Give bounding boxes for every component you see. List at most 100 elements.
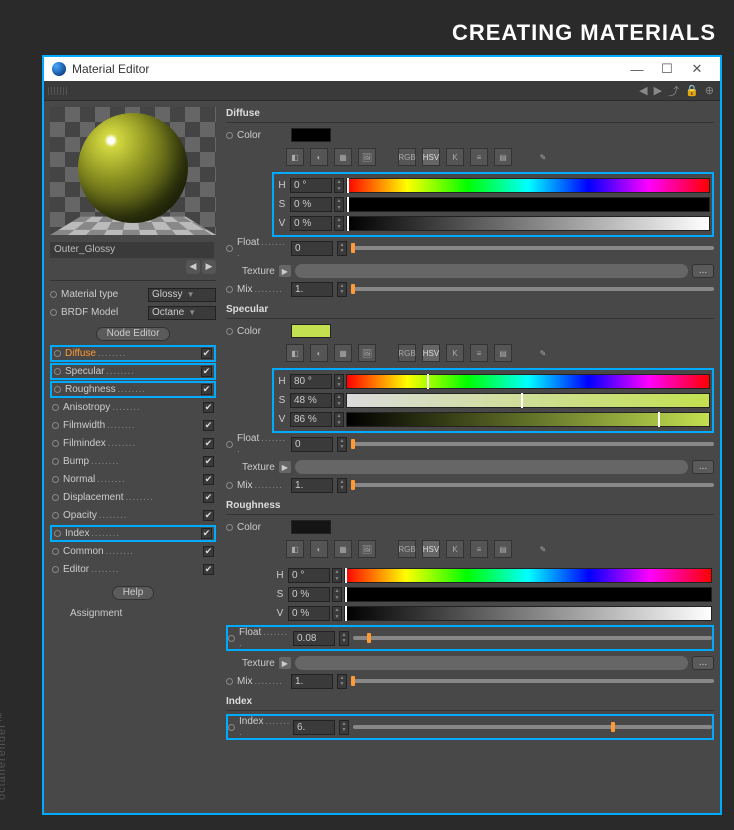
channel-checkbox[interactable]: ✔ bbox=[203, 564, 214, 575]
channel-checkbox[interactable]: ✔ bbox=[201, 528, 212, 539]
color-swatch[interactable] bbox=[291, 324, 331, 338]
texture-field[interactable] bbox=[295, 656, 688, 670]
mixer-icon[interactable]: ≡ bbox=[470, 344, 488, 362]
channel-checkbox[interactable]: ✔ bbox=[203, 510, 214, 521]
spinner[interactable]: ▲▼ bbox=[339, 720, 349, 735]
picker-icon[interactable]: ◧ bbox=[286, 148, 304, 166]
hue-slider[interactable] bbox=[344, 568, 712, 583]
channel-checkbox[interactable]: ✔ bbox=[203, 492, 214, 503]
swatches-icon[interactable]: ▤ bbox=[494, 540, 512, 558]
texture-browse-button[interactable]: ... bbox=[692, 656, 714, 670]
mixer-icon[interactable]: ≡ bbox=[470, 540, 488, 558]
channel-bump[interactable]: Bump✔ bbox=[50, 453, 216, 470]
texture-field[interactable] bbox=[295, 264, 688, 278]
value-input[interactable]: 0 bbox=[291, 241, 333, 256]
texture-expand-icon[interactable]: ▶ bbox=[279, 657, 291, 669]
value-input[interactable]: 1. bbox=[291, 282, 333, 297]
rgb-button[interactable]: RGB bbox=[398, 148, 416, 166]
saturation-slider[interactable] bbox=[344, 587, 712, 602]
rgb-button[interactable]: RGB bbox=[398, 344, 416, 362]
titlebar[interactable]: Material Editor — ☐ ✕ bbox=[44, 57, 720, 81]
channel-diffuse[interactable]: Diffuse✔ bbox=[50, 345, 216, 362]
swatches-icon[interactable]: ▤ bbox=[494, 344, 512, 362]
material-name-input[interactable] bbox=[50, 242, 214, 258]
channel-opacity[interactable]: Opacity✔ bbox=[50, 507, 216, 524]
channel-common[interactable]: Common✔ bbox=[50, 543, 216, 560]
spinner[interactable]: ▲▼ bbox=[337, 241, 347, 256]
lock-icon[interactable]: 🔒 bbox=[685, 84, 699, 97]
kelvin-button[interactable]: K bbox=[446, 344, 464, 362]
mix-slider[interactable] bbox=[351, 679, 714, 683]
mix-slider[interactable] bbox=[351, 287, 714, 291]
value-slider[interactable] bbox=[346, 412, 710, 427]
spinner[interactable]: ▲▼ bbox=[334, 412, 344, 427]
channel-checkbox[interactable]: ✔ bbox=[201, 384, 212, 395]
value-input[interactable]: 0 ° bbox=[288, 568, 330, 583]
texture-field[interactable] bbox=[295, 460, 688, 474]
new-tab-icon[interactable]: ⊕ bbox=[705, 84, 714, 97]
spinner[interactable]: ▲▼ bbox=[339, 631, 349, 646]
spectrum-icon[interactable]: ▦ bbox=[334, 540, 352, 558]
spectrum-icon[interactable]: ▦ bbox=[334, 344, 352, 362]
hsv-button[interactable]: HSV bbox=[422, 540, 440, 558]
channel-anisotropy[interactable]: Anisotropy✔ bbox=[50, 399, 216, 416]
image-icon[interactable]: 🖼 bbox=[358, 540, 376, 558]
value-input[interactable]: 1. bbox=[291, 674, 333, 689]
value-input[interactable]: 80 ° bbox=[290, 374, 332, 389]
mix-slider[interactable] bbox=[351, 483, 714, 487]
rgb-button[interactable]: RGB bbox=[398, 540, 416, 558]
value-input[interactable]: 0 bbox=[291, 437, 333, 452]
channel-checkbox[interactable]: ✔ bbox=[201, 366, 212, 377]
material-preview[interactable] bbox=[50, 107, 216, 235]
channel-checkbox[interactable]: ✔ bbox=[203, 402, 214, 413]
grip-icon[interactable] bbox=[48, 87, 68, 95]
channel-roughness[interactable]: Roughness✔ bbox=[50, 381, 216, 398]
hue-slider[interactable] bbox=[346, 178, 710, 193]
spinner[interactable]: ▲▼ bbox=[332, 587, 342, 602]
channel-editor[interactable]: Editor✔ bbox=[50, 561, 216, 578]
float-slider[interactable] bbox=[351, 442, 714, 446]
wheel-icon[interactable]: ◐ bbox=[310, 344, 328, 362]
forward-icon[interactable]: ▶ bbox=[654, 84, 662, 97]
hsv-button[interactable]: HSV bbox=[422, 148, 440, 166]
channel-displacement[interactable]: Displacement✔ bbox=[50, 489, 216, 506]
next-material-button[interactable]: ▶ bbox=[202, 260, 216, 274]
back-icon[interactable]: ◀ bbox=[639, 84, 647, 97]
material-type-dropdown[interactable]: Glossy▼ bbox=[148, 288, 216, 302]
spinner[interactable]: ▲▼ bbox=[337, 478, 347, 493]
up-icon[interactable]: ⤴ bbox=[668, 83, 679, 99]
hsv-button[interactable]: HSV bbox=[422, 344, 440, 362]
channel-checkbox[interactable]: ✔ bbox=[203, 438, 214, 449]
mixer-icon[interactable]: ≡ bbox=[470, 148, 488, 166]
saturation-slider[interactable] bbox=[346, 197, 710, 212]
channel-checkbox[interactable]: ✔ bbox=[203, 420, 214, 431]
picker-icon[interactable]: ◧ bbox=[286, 344, 304, 362]
channel-checkbox[interactable]: ✔ bbox=[201, 348, 212, 359]
value-input[interactable]: 6. bbox=[293, 720, 335, 735]
float-slider[interactable] bbox=[353, 636, 712, 640]
assignment-label[interactable]: Assignment bbox=[50, 608, 216, 619]
spinner[interactable]: ▲▼ bbox=[332, 568, 342, 583]
value-input[interactable]: 0 ° bbox=[290, 178, 332, 193]
channel-specular[interactable]: Specular✔ bbox=[50, 363, 216, 380]
brdf-model-dropdown[interactable]: Octane▼ bbox=[148, 306, 216, 320]
channel-checkbox[interactable]: ✔ bbox=[203, 456, 214, 467]
close-button[interactable]: ✕ bbox=[682, 61, 712, 77]
wheel-icon[interactable]: ◐ bbox=[310, 148, 328, 166]
node-editor-button[interactable]: Node Editor bbox=[96, 327, 171, 341]
spinner[interactable]: ▲▼ bbox=[334, 393, 344, 408]
hue-slider[interactable] bbox=[346, 374, 710, 389]
value-slider[interactable] bbox=[346, 216, 710, 231]
picker-icon[interactable]: ◧ bbox=[286, 540, 304, 558]
swatches-icon[interactable]: ▤ bbox=[494, 148, 512, 166]
image-icon[interactable]: 🖼 bbox=[358, 148, 376, 166]
spinner[interactable]: ▲▼ bbox=[337, 282, 347, 297]
spectrum-icon[interactable]: ▦ bbox=[334, 148, 352, 166]
texture-browse-button[interactable]: ... bbox=[692, 264, 714, 278]
channel-filmwidth[interactable]: Filmwidth✔ bbox=[50, 417, 216, 434]
maximize-button[interactable]: ☐ bbox=[652, 61, 682, 77]
value-input[interactable]: 0 % bbox=[288, 606, 330, 621]
minimize-button[interactable]: — bbox=[622, 62, 652, 77]
value-slider[interactable] bbox=[344, 606, 712, 621]
value-input[interactable]: 0 % bbox=[288, 587, 330, 602]
